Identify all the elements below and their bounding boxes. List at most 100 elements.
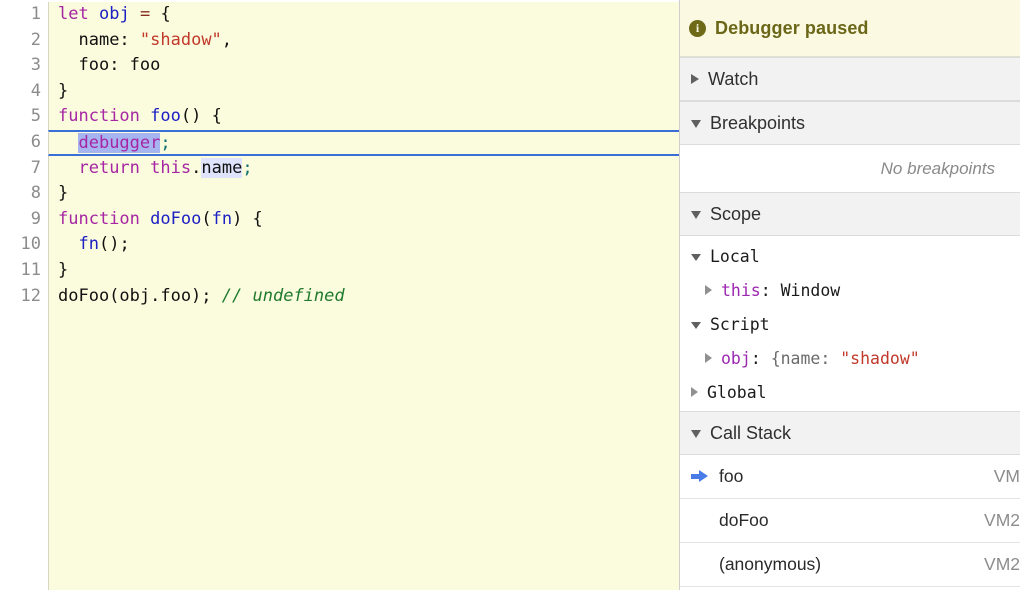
code-line-content[interactable]: function doFoo(fn) {: [48, 206, 679, 233]
call-stack-frame-current[interactable]: foo VM: [680, 455, 1020, 499]
call-stack-frame-name: foo: [719, 466, 744, 486]
chevron-right-icon[interactable]: [705, 285, 712, 295]
chevron-down-icon[interactable]: [691, 120, 701, 128]
section-title-breakpoints: Breakpoints: [710, 112, 806, 133]
scope-entry-key: obj: [721, 348, 751, 368]
token-operator: =: [139, 4, 151, 24]
call-stack-frame[interactable]: doFoo VM2: [680, 499, 1020, 543]
code-line-content[interactable]: doFoo(obj.foo); // undefined: [48, 283, 679, 310]
line-number[interactable]: 11: [0, 257, 48, 284]
code-line-content[interactable]: foo: foo: [48, 53, 679, 79]
token-semicolon: ;: [242, 157, 253, 178]
code-line-2[interactable]: 2 name: "shadow",: [0, 27, 679, 54]
line-number[interactable]: 1: [0, 2, 48, 28]
token-parameter: fn: [211, 208, 233, 229]
line-number[interactable]: 3: [0, 53, 48, 79]
code-line-3[interactable]: 3 foo: foo: [0, 53, 679, 79]
code-line-content[interactable]: }: [48, 78, 679, 105]
chevron-right-icon[interactable]: [705, 353, 712, 363]
scope-entry-value-string: "shadow": [840, 348, 920, 368]
token-punct: () {: [180, 106, 222, 127]
info-icon: i: [689, 19, 706, 37]
scope-group-local[interactable]: Local: [680, 239, 1020, 273]
scope-entry-this[interactable]: this: Window: [680, 273, 1020, 307]
token-comment: // undefined: [221, 285, 345, 306]
code-line-1[interactable]: 1 let obj = {: [0, 2, 679, 28]
code-line-12[interactable]: 12 doFoo(obj.foo); // undefined: [0, 283, 679, 310]
chevron-down-icon[interactable]: [691, 211, 701, 219]
code-line-content[interactable]: name: "shadow",: [48, 27, 679, 54]
line-number[interactable]: 8: [0, 181, 48, 207]
token-name-highlighted: name: [201, 157, 243, 178]
scope-entry-value: Window: [780, 280, 841, 300]
code-line-10[interactable]: 10 fn();: [0, 232, 679, 258]
section-header-scope[interactable]: Scope: [680, 192, 1020, 236]
scope-group-global[interactable]: Global: [680, 375, 1020, 409]
code-line-content[interactable]: let obj = {: [48, 2, 679, 28]
token-brace: }: [58, 259, 69, 280]
scope-group-label: Global: [707, 382, 767, 402]
code-line-content[interactable]: debugger;: [48, 129, 679, 156]
token-debugger-keyword-selected: debugger: [78, 132, 161, 153]
token-keyword: let: [58, 4, 89, 24]
call-stack-frame[interactable]: (anonymous) VM2: [680, 543, 1020, 587]
scope-tree[interactable]: Local this: Window Script obj: {name: "s…: [680, 236, 1020, 411]
chevron-down-icon[interactable]: [691, 253, 701, 261]
line-number[interactable]: 12: [0, 283, 48, 310]
token-punct: ) {: [232, 208, 263, 229]
chevron-down-icon[interactable]: [691, 430, 701, 438]
source-code-editor[interactable]: 1 let obj = { 2 name: "shadow", 3 foo: f…: [0, 0, 679, 590]
code-line-8[interactable]: 8 }: [0, 181, 679, 207]
chevron-down-icon[interactable]: [691, 321, 701, 329]
scope-group-script[interactable]: Script: [680, 307, 1020, 341]
token-call-expression: doFoo(obj.foo);: [58, 285, 212, 306]
code-line-4[interactable]: 4 }: [0, 78, 679, 105]
token-punct: ();: [98, 234, 130, 255]
token-brace: }: [58, 183, 69, 204]
token-string: "shadow": [139, 29, 222, 50]
current-frame-marker: [691, 470, 719, 483]
line-number[interactable]: 4: [0, 78, 48, 105]
section-header-breakpoints[interactable]: Breakpoints: [680, 101, 1020, 145]
debugger-paused-banner: i Debugger paused: [680, 0, 1020, 57]
line-number[interactable]: 2: [0, 27, 48, 54]
chevron-right-icon[interactable]: [691, 74, 699, 84]
code-line-9[interactable]: 9 function doFoo(fn) {: [0, 206, 679, 233]
line-number[interactable]: 7: [0, 155, 48, 182]
section-header-call-stack[interactable]: Call Stack: [680, 411, 1020, 455]
code-line-content[interactable]: fn();: [48, 232, 679, 258]
section-header-watch[interactable]: Watch: [680, 57, 1020, 101]
code-line-content[interactable]: }: [48, 181, 679, 207]
code-line-6-execution-paused[interactable]: 6 debugger;: [0, 129, 679, 156]
scope-entry-obj[interactable]: obj: {name: "shadow": [680, 341, 1020, 375]
token-function-name: foo: [150, 106, 181, 127]
code-line-content[interactable]: return this.name;: [48, 155, 679, 182]
scope-entry-key: this: [721, 280, 761, 300]
line-number[interactable]: 5: [0, 104, 48, 130]
chevron-right-icon[interactable]: [691, 387, 698, 397]
code-line-5[interactable]: 5 function foo() {: [0, 104, 679, 130]
code-line-content[interactable]: }: [48, 257, 679, 284]
line-number[interactable]: 6: [0, 129, 48, 156]
section-title-call-stack: Call Stack: [710, 422, 792, 443]
token-semicolon: ;: [160, 132, 171, 153]
debugger-side-panel: i Debugger paused Watch Breakpoints No b…: [679, 0, 1020, 590]
code-line-7[interactable]: 7 return this.name;: [0, 155, 679, 182]
code-line-content[interactable]: function foo() {: [48, 104, 679, 130]
token-this-keyword: this: [150, 157, 192, 178]
code-line-11[interactable]: 11 }: [0, 257, 679, 284]
call-stack-list[interactable]: foo VM doFoo VM2 (anonymous) VM2: [680, 455, 1020, 587]
line-number[interactable]: 9: [0, 206, 48, 233]
debugger-paused-label: Debugger paused: [715, 17, 869, 38]
code-lines[interactable]: 1 let obj = { 2 name: "shadow", 3 foo: f…: [0, 0, 679, 310]
line-number[interactable]: 10: [0, 232, 48, 258]
token-brace: }: [58, 80, 69, 101]
devtools-debugger-window: 1 let obj = { 2 name: "shadow", 3 foo: f…: [0, 0, 1020, 590]
